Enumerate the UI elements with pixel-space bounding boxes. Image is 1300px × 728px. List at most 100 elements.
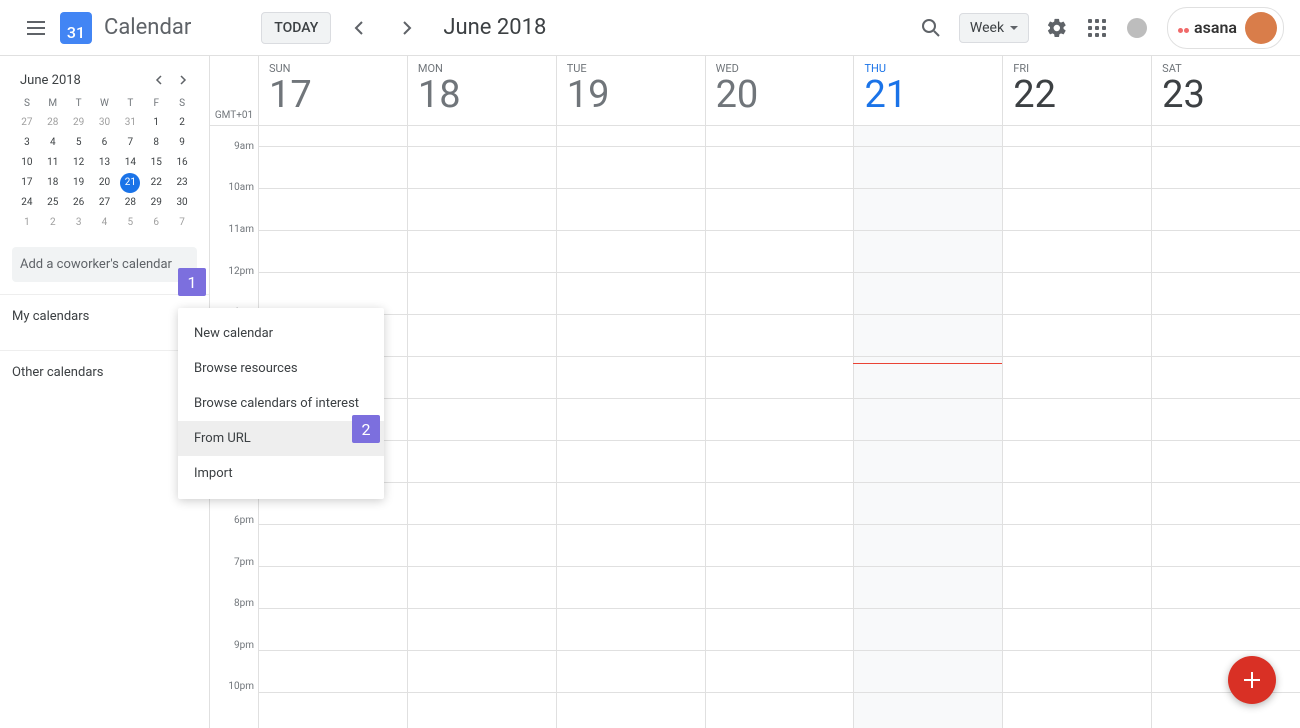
hour-cell[interactable]: [259, 692, 407, 728]
day-column[interactable]: [407, 126, 556, 728]
mini-day-cell[interactable]: 16: [169, 153, 195, 173]
hour-cell[interactable]: [557, 398, 705, 440]
date-number[interactable]: 22: [1013, 75, 1151, 117]
hour-cell[interactable]: [1003, 650, 1151, 692]
hour-cell[interactable]: [854, 524, 1002, 566]
mini-day-cell[interactable]: 28: [40, 113, 66, 133]
hour-cell[interactable]: [557, 524, 705, 566]
mini-day-cell[interactable]: 18: [40, 173, 66, 193]
google-apps-button[interactable]: [1077, 8, 1117, 48]
hour-cell[interactable]: [557, 188, 705, 230]
mini-day-cell[interactable]: 19: [66, 173, 92, 193]
hour-cell[interactable]: [259, 230, 407, 272]
hour-cell[interactable]: [557, 314, 705, 356]
hour-cell[interactable]: [408, 692, 556, 728]
mini-day-cell[interactable]: 5: [66, 133, 92, 153]
settings-button[interactable]: [1037, 8, 1077, 48]
mini-day-cell[interactable]: 17: [14, 173, 40, 193]
hour-cell[interactable]: [408, 650, 556, 692]
add-calendar-menu-item[interactable]: Import: [178, 456, 384, 491]
mini-day-cell[interactable]: 1: [14, 213, 40, 233]
mini-day-cell[interactable]: 4: [40, 133, 66, 153]
hour-cell[interactable]: [854, 146, 1002, 188]
hour-cell[interactable]: [408, 608, 556, 650]
hour-cell[interactable]: [1152, 188, 1300, 230]
hour-cell[interactable]: [1152, 230, 1300, 272]
mini-day-cell[interactable]: 5: [117, 213, 143, 233]
hour-cell[interactable]: [1003, 188, 1151, 230]
hour-cell[interactable]: [557, 692, 705, 728]
hour-cell[interactable]: [1003, 314, 1151, 356]
mini-day-cell[interactable]: 21: [120, 173, 140, 193]
hour-cell[interactable]: [408, 482, 556, 524]
mini-day-cell[interactable]: 10: [14, 153, 40, 173]
mini-day-cell[interactable]: 24: [14, 193, 40, 213]
mini-day-cell[interactable]: 3: [14, 133, 40, 153]
hour-cell[interactable]: [1003, 692, 1151, 728]
hour-cell[interactable]: [557, 356, 705, 398]
mini-day-cell[interactable]: 11: [40, 153, 66, 173]
mini-day-cell[interactable]: 4: [92, 213, 118, 233]
hour-cell[interactable]: [706, 608, 854, 650]
hour-cell[interactable]: [1152, 398, 1300, 440]
day-column[interactable]: [556, 126, 705, 728]
user-avatar[interactable]: [1245, 12, 1277, 44]
mini-day-cell[interactable]: 25: [40, 193, 66, 213]
hour-cell[interactable]: [706, 692, 854, 728]
hour-cell[interactable]: [1152, 692, 1300, 728]
hour-cell[interactable]: [1003, 440, 1151, 482]
hour-cell[interactable]: [408, 146, 556, 188]
hour-cell[interactable]: [706, 314, 854, 356]
mini-day-cell[interactable]: 1: [143, 113, 169, 133]
hour-cell[interactable]: [259, 188, 407, 230]
mini-day-cell[interactable]: 22: [143, 173, 169, 193]
date-number[interactable]: 21: [864, 75, 1002, 117]
hour-cell[interactable]: [557, 230, 705, 272]
mini-day-cell[interactable]: 28: [117, 193, 143, 213]
hour-cell[interactable]: [557, 482, 705, 524]
mini-day-cell[interactable]: 9: [169, 133, 195, 153]
hour-cell[interactable]: [1003, 398, 1151, 440]
add-calendar-menu-item[interactable]: New calendar: [178, 316, 384, 351]
hour-cell[interactable]: [557, 608, 705, 650]
hour-cell[interactable]: [408, 566, 556, 608]
mini-day-cell[interactable]: 30: [92, 113, 118, 133]
hour-cell[interactable]: [706, 524, 854, 566]
hour-cell[interactable]: [1003, 356, 1151, 398]
mini-day-cell[interactable]: 15: [143, 153, 169, 173]
create-event-fab[interactable]: [1228, 656, 1276, 704]
hour-cell[interactable]: [557, 272, 705, 314]
hour-cell[interactable]: [1152, 440, 1300, 482]
hour-cell[interactable]: [706, 356, 854, 398]
date-number[interactable]: 19: [567, 75, 705, 117]
mini-day-cell[interactable]: 13: [92, 153, 118, 173]
hour-cell[interactable]: [854, 692, 1002, 728]
day-column[interactable]: [705, 126, 854, 728]
hour-cell[interactable]: [706, 650, 854, 692]
mini-day-cell[interactable]: 14: [117, 153, 143, 173]
mini-day-cell[interactable]: 26: [66, 193, 92, 213]
hour-cell[interactable]: [1152, 524, 1300, 566]
mini-day-cell[interactable]: 8: [143, 133, 169, 153]
search-button[interactable]: [911, 8, 951, 48]
hour-cell[interactable]: [854, 398, 1002, 440]
mini-day-cell[interactable]: 3: [66, 213, 92, 233]
add-coworker-input[interactable]: Add a coworker's calendar: [12, 247, 197, 282]
hour-cell[interactable]: [854, 482, 1002, 524]
hour-cell[interactable]: [1152, 482, 1300, 524]
hour-cell[interactable]: [1152, 146, 1300, 188]
asana-extension-chip[interactable]: asana: [1167, 7, 1284, 49]
hour-cell[interactable]: [854, 440, 1002, 482]
hour-cell[interactable]: [557, 650, 705, 692]
hour-cell[interactable]: [706, 272, 854, 314]
notifications-button[interactable]: [1117, 8, 1157, 48]
hour-cell[interactable]: [706, 188, 854, 230]
hour-cell[interactable]: [706, 146, 854, 188]
hour-cell[interactable]: [1003, 482, 1151, 524]
hour-cell[interactable]: [557, 566, 705, 608]
hour-cell[interactable]: [259, 566, 407, 608]
hour-cell[interactable]: [408, 524, 556, 566]
hour-cell[interactable]: [1152, 650, 1300, 692]
hour-cell[interactable]: [408, 230, 556, 272]
mini-day-cell[interactable]: 30: [169, 193, 195, 213]
